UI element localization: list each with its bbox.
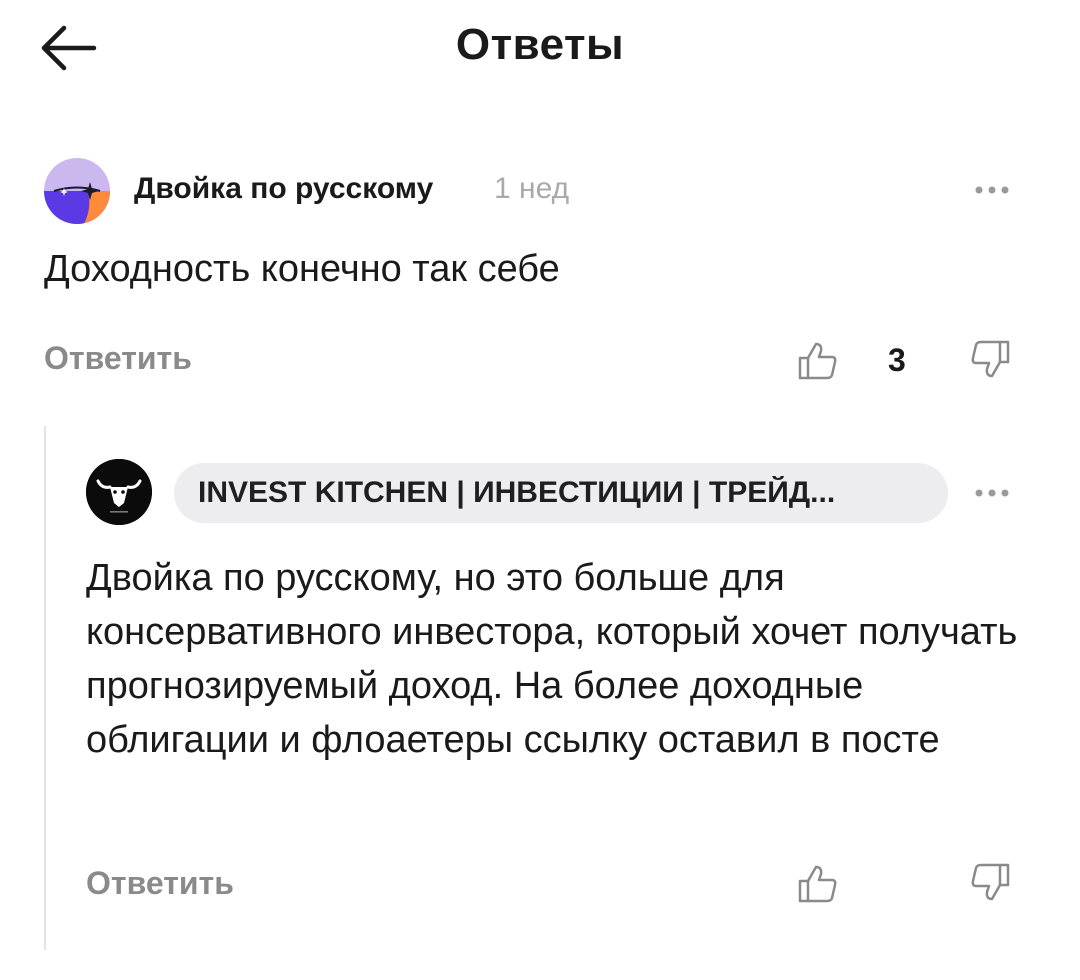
page-title: Ответы	[455, 20, 625, 69]
more-horizontal-icon	[975, 489, 1009, 497]
more-options-button[interactable]	[970, 180, 1014, 200]
reply-author: INVEST KITCHEN | ИНВЕСТИЦИИ | ТРЕЙД...	[198, 476, 836, 509]
like-count: 3	[888, 342, 906, 378]
bull-logo-icon	[86, 459, 152, 525]
dislike-button[interactable]	[966, 859, 1014, 907]
dislike-button[interactable]	[966, 336, 1014, 384]
comment-author[interactable]: Двойка по русскому	[134, 172, 433, 206]
avatar[interactable]	[44, 158, 110, 224]
reply-button[interactable]: Ответить	[44, 340, 192, 377]
comment-text: Доходность конечно так себе	[44, 248, 560, 290]
top-bar: Ответы	[0, 0, 1080, 100]
thumbs-up-icon	[798, 342, 837, 380]
thumbs-down-icon	[971, 340, 1010, 378]
more-options-button[interactable]	[970, 483, 1014, 503]
reply-comment: INVEST KITCHEN | ИНВЕСТИЦИИ | ТРЕЙД... Д…	[0, 455, 1080, 955]
thumbs-down-icon	[971, 863, 1010, 901]
more-horizontal-icon	[975, 186, 1009, 194]
reply-text: Двойка по русскому, но это больше для ко…	[86, 557, 1018, 761]
avatar[interactable]	[86, 459, 152, 525]
like-button[interactable]	[794, 336, 842, 384]
author-chip[interactable]: INVEST KITCHEN | ИНВЕСТИЦИИ | ТРЕЙД...	[174, 463, 948, 523]
comment: Двойка по русскому 1 нед Доходность коне…	[0, 150, 1080, 410]
like-button[interactable]	[794, 859, 842, 907]
thumbs-up-icon	[798, 865, 837, 903]
comment-timestamp: 1 нед	[494, 172, 570, 205]
reply-button[interactable]: Ответить	[86, 865, 234, 902]
